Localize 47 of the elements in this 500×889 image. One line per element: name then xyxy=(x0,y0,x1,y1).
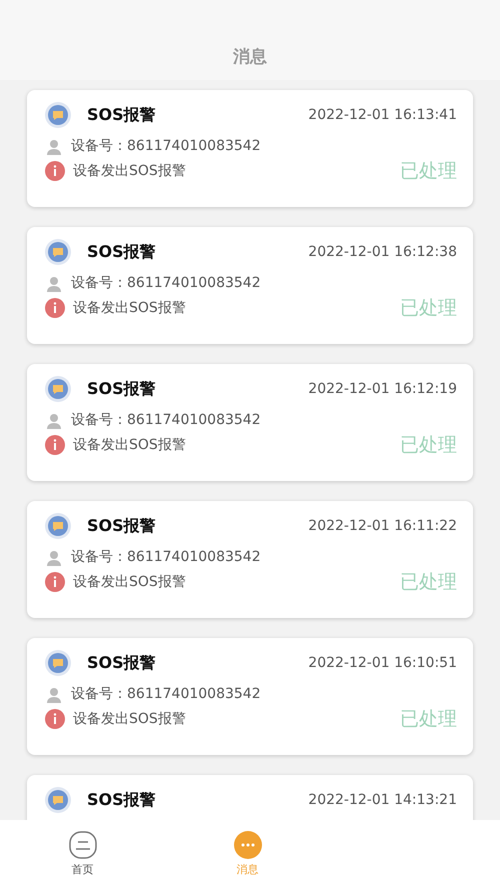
message-title: SOS报警 xyxy=(87,515,156,537)
person-icon xyxy=(45,686,63,704)
info-icon xyxy=(45,572,65,592)
alert-description: 设备发出SOS报警 xyxy=(73,162,186,181)
alert-description: 设备发出SOS报警 xyxy=(73,436,186,455)
device-number: 设备号：861174010083542 xyxy=(71,685,261,704)
info-icon xyxy=(45,435,65,456)
chat-icon xyxy=(232,830,262,860)
chat-icon xyxy=(45,650,71,676)
chat-icon xyxy=(45,376,71,402)
message-time: 2022-12-01 16:12:19 xyxy=(308,380,457,398)
person-icon xyxy=(45,274,63,292)
header-title: 消息 xyxy=(233,46,267,68)
message-title: SOS报警 xyxy=(87,241,156,263)
device-number: 设备号：861174010083542 xyxy=(71,137,261,156)
device-number: 设备号：861174010083542 xyxy=(71,274,261,293)
nav-tab[interactable]: 首页 xyxy=(0,830,165,879)
message-time: 2022-12-01 16:12:38 xyxy=(308,242,457,262)
info-icon xyxy=(45,709,65,730)
message-title: SOS报警 xyxy=(87,789,156,811)
status-label: 已处理 xyxy=(400,707,457,732)
message-title: SOS报警 xyxy=(87,378,156,400)
info-icon xyxy=(45,161,65,182)
status-label: 已处理 xyxy=(400,296,457,321)
alert-description: 设备发出SOS报警 xyxy=(73,298,186,318)
chat-icon xyxy=(45,513,71,539)
home-icon xyxy=(68,830,98,860)
message-title: SOS报警 xyxy=(87,104,156,126)
alert-description: 设备发出SOS报警 xyxy=(73,710,186,729)
message-time: 2022-12-01 14:13:21 xyxy=(308,790,457,810)
device-number: 设备号：861174010083542 xyxy=(71,548,261,567)
status-label: 已处理 xyxy=(400,433,457,458)
message-title: SOS报警 xyxy=(87,652,156,674)
message-time: 2022-12-01 16:10:51 xyxy=(308,654,457,672)
device-number: 设备号：861174010083542 xyxy=(71,411,261,430)
message-time: 2022-12-01 16:13:41 xyxy=(308,106,457,124)
chat-icon xyxy=(45,102,71,128)
message-time: 2022-12-01 16:11:22 xyxy=(308,516,457,536)
chat-icon xyxy=(45,787,71,813)
person-icon xyxy=(45,138,63,156)
chat-icon xyxy=(45,239,71,265)
person-icon xyxy=(45,412,63,430)
status-label: 已处理 xyxy=(400,570,457,595)
person-icon xyxy=(45,548,63,566)
status-label: 已处理 xyxy=(400,159,457,184)
alert-description: 设备发出SOS报警 xyxy=(73,572,186,592)
info-icon xyxy=(45,298,65,318)
